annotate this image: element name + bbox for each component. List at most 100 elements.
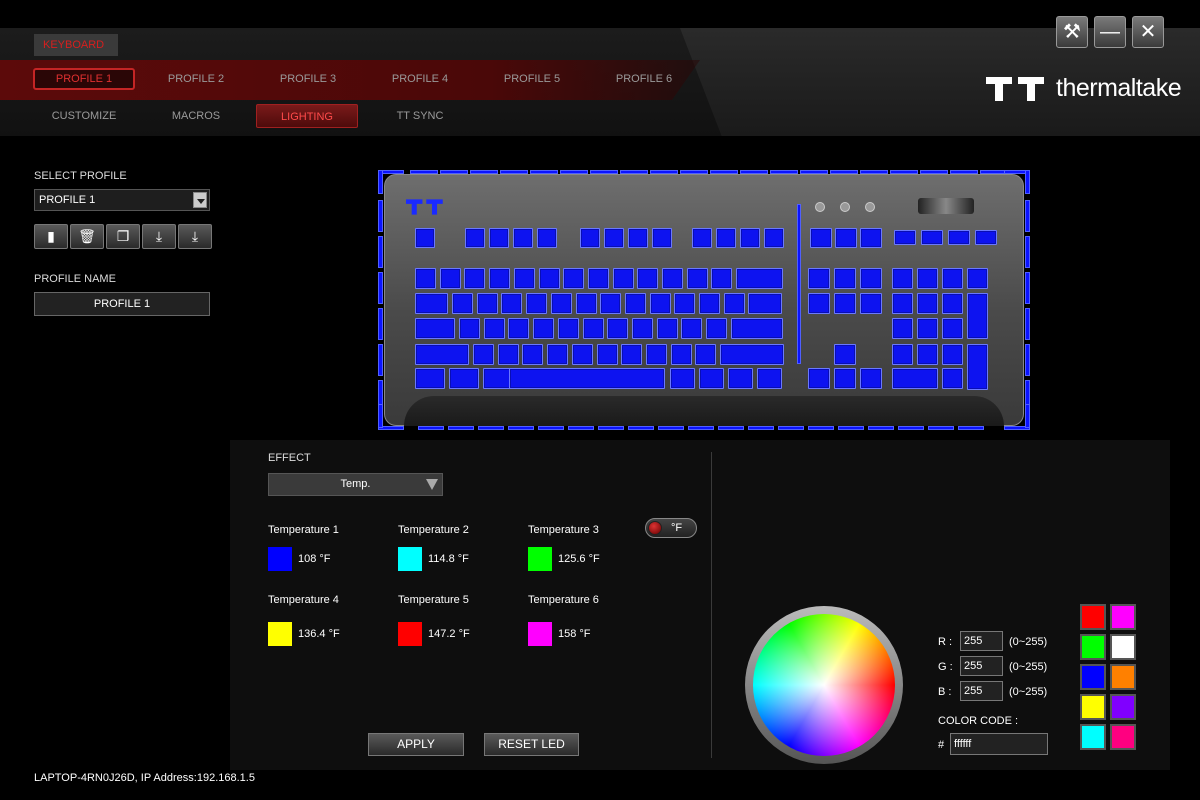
keyboard-key[interactable] bbox=[834, 268, 856, 289]
keyboard-key[interactable] bbox=[892, 368, 938, 389]
keyboard-key[interactable] bbox=[415, 368, 445, 389]
preset-color-swatch[interactable] bbox=[1080, 724, 1106, 750]
keyboard-key[interactable] bbox=[501, 293, 523, 314]
keyboard-key[interactable] bbox=[624, 293, 646, 314]
keyboard-key[interactable] bbox=[736, 268, 784, 289]
tab-profile-1[interactable]: PROFILE 1 bbox=[33, 68, 135, 90]
keyboard-key[interactable] bbox=[575, 293, 597, 314]
keyboard-key[interactable] bbox=[473, 344, 494, 365]
keyboard-key[interactable] bbox=[538, 268, 560, 289]
keyboard-key[interactable] bbox=[942, 368, 963, 389]
keyboard-key[interactable] bbox=[508, 318, 530, 339]
keyboard-key[interactable] bbox=[892, 318, 913, 339]
keyboard-key[interactable] bbox=[894, 230, 916, 245]
keyboard-key[interactable] bbox=[537, 228, 557, 248]
keyboard-key[interactable] bbox=[692, 228, 712, 248]
keyboard-key[interactable] bbox=[720, 344, 784, 365]
keyboard-key[interactable] bbox=[563, 268, 585, 289]
preset-color-swatch[interactable] bbox=[1110, 694, 1136, 720]
new-profile-button[interactable]: ▮ bbox=[34, 224, 68, 249]
keyboard-key[interactable] bbox=[723, 293, 745, 314]
tab-profile-5[interactable]: PROFILE 5 bbox=[481, 68, 583, 90]
preset-color-swatch[interactable] bbox=[1080, 664, 1106, 690]
keyboard-key[interactable] bbox=[571, 344, 593, 365]
keyboard-key[interactable] bbox=[557, 318, 579, 339]
keyboard-key[interactable] bbox=[716, 228, 736, 248]
keyboard-key[interactable] bbox=[942, 344, 963, 365]
keyboard-key[interactable] bbox=[509, 368, 665, 389]
keyboard-key[interactable] bbox=[748, 293, 783, 314]
keyboard-key[interactable] bbox=[860, 268, 882, 289]
keyboard-key[interactable] bbox=[550, 293, 572, 314]
keyboard-key[interactable] bbox=[637, 268, 659, 289]
keyboard-key[interactable] bbox=[547, 344, 569, 365]
keyboard-key[interactable] bbox=[476, 293, 498, 314]
g-input[interactable]: 255 bbox=[960, 656, 1003, 676]
preset-color-swatch[interactable] bbox=[1110, 634, 1136, 660]
keyboard-key[interactable] bbox=[607, 318, 629, 339]
keyboard-key[interactable] bbox=[917, 293, 938, 314]
keyboard-key[interactable] bbox=[942, 293, 963, 314]
keyboard-key[interactable] bbox=[649, 293, 671, 314]
keyboard-key[interactable] bbox=[582, 318, 604, 339]
preset-color-swatch[interactable] bbox=[1110, 664, 1136, 690]
keyboard-key[interactable] bbox=[580, 228, 600, 248]
keyboard-key[interactable] bbox=[489, 268, 511, 289]
keyboard-key[interactable] bbox=[656, 318, 678, 339]
keyboard-key[interactable] bbox=[948, 230, 970, 245]
keyboard-key[interactable] bbox=[699, 293, 720, 314]
import-profile-button[interactable]: ⤓ bbox=[142, 224, 176, 249]
keyboard-key[interactable] bbox=[674, 293, 696, 314]
keyboard-key[interactable] bbox=[917, 268, 938, 289]
keyboard-key[interactable] bbox=[728, 368, 753, 389]
preset-color-swatch[interactable] bbox=[1110, 724, 1136, 750]
keyboard-key[interactable] bbox=[645, 344, 667, 365]
tab-profile-3[interactable]: PROFILE 3 bbox=[257, 68, 359, 90]
keyboard-key[interactable] bbox=[415, 268, 436, 289]
keyboard-key[interactable] bbox=[452, 293, 473, 314]
keyboard-key[interactable] bbox=[631, 318, 653, 339]
keyboard-key[interactable] bbox=[975, 230, 997, 245]
apply-button[interactable]: APPLY bbox=[368, 733, 464, 756]
close-button[interactable]: ✕ bbox=[1132, 16, 1164, 48]
delete-profile-button[interactable]: 🗑 bbox=[70, 224, 104, 249]
tab-macros[interactable]: MACROS bbox=[145, 104, 247, 128]
keyboard-key[interactable] bbox=[415, 293, 448, 314]
keyboard-key[interactable] bbox=[652, 228, 672, 248]
keyboard-key[interactable] bbox=[892, 268, 913, 289]
keyboard-key[interactable] bbox=[621, 344, 643, 365]
copy-profile-button[interactable]: ❐ bbox=[106, 224, 140, 249]
keyboard-key[interactable] bbox=[459, 318, 480, 339]
settings-button[interactable]: ⚒ bbox=[1056, 16, 1088, 48]
minimize-button[interactable]: — bbox=[1094, 16, 1126, 48]
color-wheel[interactable] bbox=[753, 614, 895, 756]
keyboard-key[interactable] bbox=[686, 268, 708, 289]
keyboard-key[interactable] bbox=[967, 293, 988, 339]
preset-color-swatch[interactable] bbox=[1080, 604, 1106, 630]
export-profile-button[interactable]: ⤓ bbox=[178, 224, 212, 249]
keyboard-key[interactable] bbox=[699, 368, 724, 389]
tab-tt-sync[interactable]: TT SYNC bbox=[369, 104, 471, 128]
keyboard-key[interactable] bbox=[892, 293, 913, 314]
tab-customize[interactable]: CUSTOMIZE bbox=[33, 104, 135, 128]
tab-lighting[interactable]: LIGHTING bbox=[256, 104, 358, 128]
keyboard-key[interactable] bbox=[522, 344, 544, 365]
keyboard-key[interactable] bbox=[764, 228, 784, 248]
keyboard-key[interactable] bbox=[860, 368, 882, 389]
temperature-6-color-swatch[interactable] bbox=[528, 622, 552, 646]
keyboard-key[interactable] bbox=[612, 268, 634, 289]
keyboard-key[interactable] bbox=[967, 344, 988, 390]
keyboard-key[interactable] bbox=[834, 344, 856, 365]
keyboard-key[interactable] bbox=[757, 368, 782, 389]
keyboard-key[interactable] bbox=[600, 293, 622, 314]
temperature-2-color-swatch[interactable] bbox=[398, 547, 422, 571]
keyboard-key[interactable] bbox=[596, 344, 618, 365]
b-input[interactable]: 255 bbox=[960, 681, 1003, 701]
temperature-1-color-swatch[interactable] bbox=[268, 547, 292, 571]
keyboard-key[interactable] bbox=[449, 368, 479, 389]
keyboard-key[interactable] bbox=[834, 293, 856, 314]
profile-select[interactable]: PROFILE 1 bbox=[34, 189, 210, 211]
keyboard-key[interactable] bbox=[921, 230, 943, 245]
keyboard-key[interactable] bbox=[808, 268, 830, 289]
keyboard-key[interactable] bbox=[706, 318, 727, 339]
